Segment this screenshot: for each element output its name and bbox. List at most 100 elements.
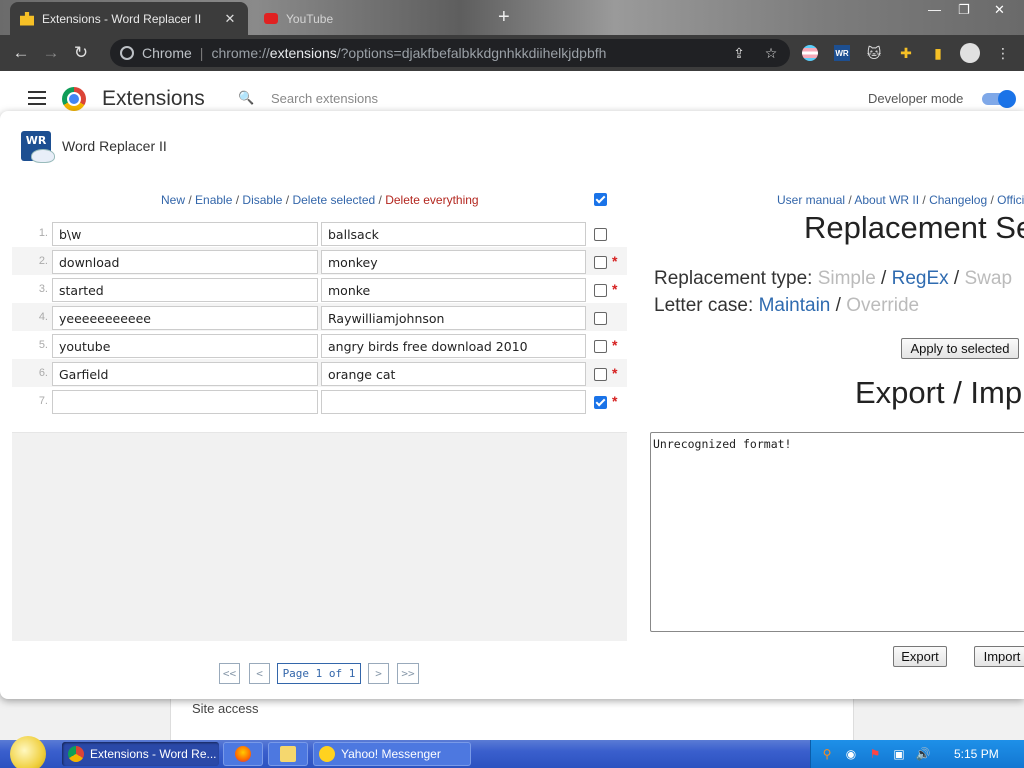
- export-import-textarea[interactable]: Unrecognized format!: [650, 432, 1024, 632]
- search-icon: 🔍: [238, 90, 255, 105]
- start-button[interactable]: [0, 736, 56, 768]
- changelog-link[interactable]: Changelog: [929, 193, 987, 207]
- replace-field[interactable]: ballsack: [321, 222, 586, 246]
- settings-panel: User manual / About WR II / Changelog / …: [638, 179, 1024, 699]
- search-tray-icon[interactable]: ⚲: [819, 746, 835, 762]
- task-yahoo-messenger[interactable]: Yahoo! Messenger: [313, 742, 471, 766]
- replace-field[interactable]: monkey: [321, 250, 586, 274]
- case-maintain-option[interactable]: Maintain: [759, 295, 831, 316]
- replace-field[interactable]: orange cat: [321, 362, 586, 386]
- forward-icon[interactable]: →: [36, 38, 66, 68]
- first-page-button[interactable]: <<: [219, 663, 240, 684]
- tab-strip: Extensions - Word Replacer II ✕ YouTube …: [0, 0, 1024, 35]
- official-link[interactable]: Offici: [997, 193, 1024, 207]
- url-scheme: chrome://: [211, 45, 270, 61]
- find-field[interactable]: youtube: [52, 334, 318, 358]
- find-field[interactable]: [52, 390, 318, 414]
- find-field[interactable]: yeeeeeeeeeee: [52, 306, 318, 330]
- row-select-checkbox[interactable]: [594, 340, 607, 353]
- close-tab-icon[interactable]: ✕: [222, 11, 238, 27]
- replace-field[interactable]: [321, 390, 586, 414]
- about-link[interactable]: About WR II: [854, 193, 919, 207]
- site-access-label: Site access: [192, 701, 259, 716]
- reload-icon[interactable]: ↻: [66, 38, 96, 68]
- puzzle-icon: [20, 11, 34, 26]
- back-icon[interactable]: ←: [6, 38, 36, 68]
- hamburger-menu-icon[interactable]: [28, 91, 46, 109]
- row-select-checkbox[interactable]: [594, 396, 607, 409]
- bookmark-star-icon[interactable]: ☆: [761, 43, 781, 63]
- case-override-option[interactable]: Override: [846, 295, 919, 316]
- find-field[interactable]: started: [52, 278, 318, 302]
- row-number: 5.: [38, 339, 48, 351]
- enable-link[interactable]: Enable: [195, 193, 232, 207]
- cat-extension-icon[interactable]: 🐱: [864, 43, 884, 63]
- restore-icon[interactable]: ❐: [958, 2, 970, 18]
- close-window-icon[interactable]: ✕: [994, 2, 1005, 18]
- word-replacer-icon[interactable]: WR: [832, 43, 852, 63]
- search-input[interactable]: Search extensions: [271, 91, 378, 106]
- rules-list: New / Enable / Disable / Delete selected…: [12, 179, 627, 433]
- url-path: /?options=djakfbefalbkkdgnhkkdiihelkjdpb…: [336, 45, 607, 61]
- task-folder[interactable]: [268, 742, 308, 766]
- security-alert-icon[interactable]: ⚑: [867, 746, 883, 762]
- rule-row: 4. yeeeeeeeeeee Raywilliamjohnson: [12, 303, 627, 331]
- page-title: Extensions: [102, 87, 205, 110]
- side-panel-icon[interactable]: ▮: [928, 43, 948, 63]
- apply-to-selected-button[interactable]: Apply to selected: [901, 338, 1019, 359]
- delete-selected-link[interactable]: Delete selected: [292, 193, 375, 207]
- replace-field[interactable]: Raywilliamjohnson: [321, 306, 586, 330]
- tab-youtube[interactable]: YouTube: [254, 2, 484, 35]
- import-button[interactable]: Import: [974, 646, 1024, 667]
- page-indicator: Page 1 of 1: [277, 663, 361, 684]
- replace-field[interactable]: angry birds free download 2010: [321, 334, 586, 358]
- find-field[interactable]: Garfield: [52, 362, 318, 386]
- network-icon[interactable]: ▣: [891, 746, 907, 762]
- address-bar[interactable]: Chrome | chrome://extensions/?options=dj…: [110, 39, 790, 67]
- tab-extensions[interactable]: Extensions - Word Replacer II ✕: [10, 2, 248, 35]
- type-swap-option[interactable]: Swap: [965, 268, 1013, 289]
- select-all-checkbox[interactable]: [594, 193, 607, 206]
- word-replacer-logo: WR: [21, 131, 55, 163]
- rule-row: 2. download monkey *: [12, 247, 627, 275]
- chrome-menu-icon[interactable]: ⋮: [993, 43, 1013, 63]
- separator: /: [375, 193, 386, 207]
- task-firefox[interactable]: [223, 742, 263, 766]
- row-select-checkbox[interactable]: [594, 284, 607, 297]
- type-simple-option[interactable]: Simple: [818, 268, 876, 289]
- new-tab-button[interactable]: +: [498, 7, 510, 27]
- user-manual-link[interactable]: User manual: [777, 193, 845, 207]
- status-tray-icon[interactable]: ◉: [843, 746, 859, 762]
- export-button[interactable]: Export: [893, 646, 947, 667]
- disable-link[interactable]: Disable: [242, 193, 282, 207]
- rule-row: 7. *: [12, 387, 627, 415]
- row-select-checkbox[interactable]: [594, 256, 607, 269]
- chrome-site-icon: [120, 46, 134, 60]
- row-select-checkbox[interactable]: [594, 312, 607, 325]
- row-select-checkbox[interactable]: [594, 228, 607, 241]
- delete-everything-link[interactable]: Delete everything: [385, 193, 478, 207]
- volume-icon[interactable]: 🔊: [915, 746, 931, 762]
- find-field[interactable]: b\w: [52, 222, 318, 246]
- extension-flag-icon[interactable]: [800, 43, 820, 63]
- replacement-settings-heading: Replacement Se: [804, 210, 1024, 245]
- row-number: 6.: [38, 367, 48, 379]
- row-select-checkbox[interactable]: [594, 368, 607, 381]
- minimize-icon[interactable]: —: [928, 2, 941, 17]
- extensions-puzzle-icon[interactable]: ✚: [896, 43, 916, 63]
- regex-flag-icon: *: [612, 337, 618, 353]
- new-link[interactable]: New: [161, 193, 185, 207]
- task-label: Extensions - Word Re...: [90, 747, 217, 761]
- task-extensions[interactable]: Extensions - Word Re...: [62, 742, 219, 766]
- find-field[interactable]: download: [52, 250, 318, 274]
- replace-field[interactable]: monke: [321, 278, 586, 302]
- last-page-button[interactable]: >>: [397, 663, 419, 684]
- next-page-button[interactable]: >: [368, 663, 389, 684]
- developer-mode-toggle[interactable]: [982, 90, 1016, 108]
- profile-avatar-icon[interactable]: [960, 43, 980, 63]
- prev-page-button[interactable]: <: [249, 663, 270, 684]
- regex-flag-icon: *: [612, 253, 618, 269]
- share-icon[interactable]: ⇪: [729, 43, 749, 63]
- row-number: 1.: [38, 227, 48, 239]
- type-regex-option[interactable]: RegEx: [892, 268, 949, 289]
